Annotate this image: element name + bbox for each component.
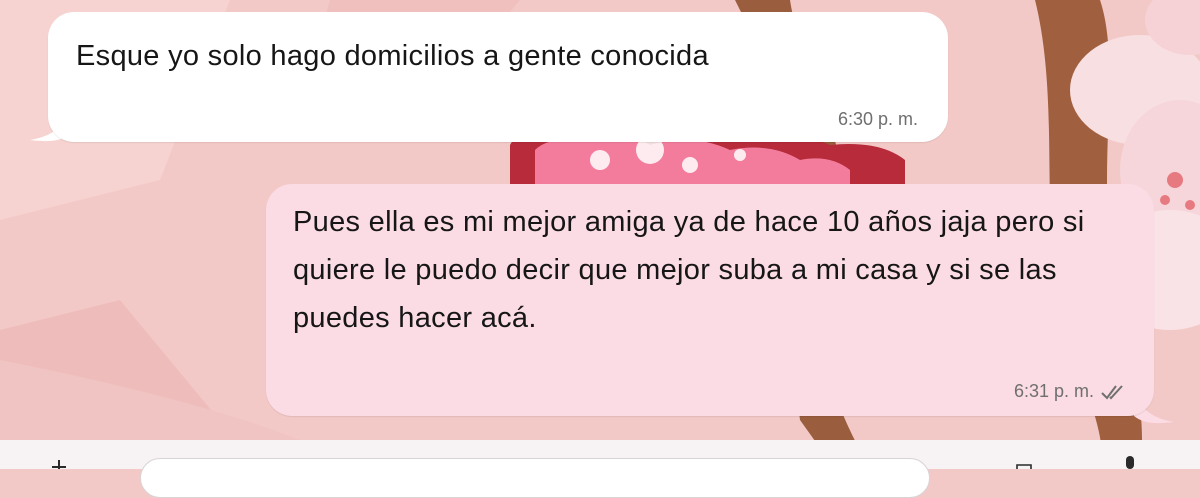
message-text: Pues ella es mi mejor amiga ya de hace 1…: [293, 206, 1085, 334]
message-input[interactable]: [140, 458, 930, 498]
message-meta: 6:31 p. m.: [1014, 381, 1126, 402]
message-text: Esque yo solo hago domicilios a gente co…: [76, 40, 709, 72]
camera-icon[interactable]: [1015, 460, 1033, 469]
plus-icon[interactable]: [48, 458, 70, 469]
outgoing-message-bubble[interactable]: Pues ella es mi mejor amiga ya de hace 1…: [266, 184, 1154, 416]
message-timestamp: 6:30 p. m.: [837, 109, 918, 129]
message-timestamp: 6:31 p. m.: [1013, 381, 1094, 401]
message-meta: 6:30 p. m.: [838, 109, 918, 130]
microphone-icon[interactable]: [1118, 454, 1142, 469]
incoming-message-bubble[interactable]: Esque yo solo hago domicilios a gente co…: [48, 12, 948, 142]
composer-bar: [0, 440, 1200, 498]
read-receipt-icon: [1101, 384, 1123, 400]
